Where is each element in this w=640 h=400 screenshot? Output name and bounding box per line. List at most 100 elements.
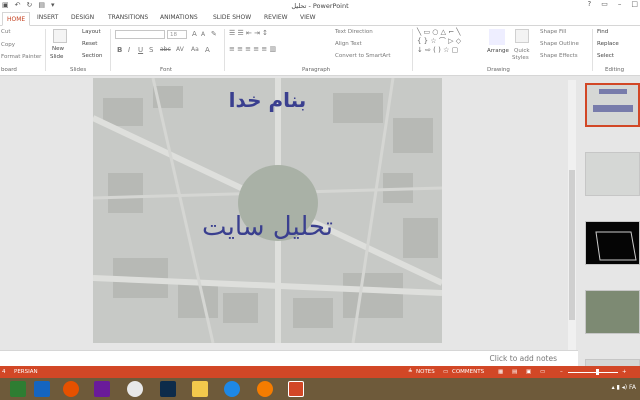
system-tray: ▴ ▮ ◂) FA [612,384,636,391]
slide-thumbnail[interactable] [585,221,640,265]
group-divider [592,29,593,71]
scrollbar-thumb[interactable] [569,170,575,320]
normal-view-icon[interactable]: ▦ [498,369,503,375]
slide-title[interactable]: بنام خدا [93,88,442,112]
map-background [93,78,442,343]
arrange-button[interactable]: Arrange [487,48,509,54]
tab-home[interactable]: HOME [2,12,31,26]
quick-styles-icon[interactable] [515,29,529,43]
font-name-field[interactable] [115,30,165,39]
strikethrough-icon[interactable]: abc [160,46,171,53]
telegram-icon[interactable] [224,381,240,397]
firefox-icon[interactable] [63,381,79,397]
help-icon[interactable]: ? [588,0,592,8]
change-case-icon[interactable]: Aa [191,46,199,53]
window-title: تحلیل - PowerPoint [291,2,349,10]
select-button[interactable]: Select [597,53,614,59]
replace-button[interactable]: Replace [597,41,619,47]
slide-thumbnail[interactable] [585,290,640,334]
slides-group-label: Slides [70,67,87,73]
ie-icon[interactable] [34,381,50,397]
slide-canvas[interactable]: بنام خدا تحلیل سایت [93,78,442,343]
slide-subtitle[interactable]: تحلیل سایت [93,212,442,242]
grow-font-icon[interactable]: A [192,30,197,38]
font-color-icon[interactable]: A [205,46,210,54]
zoom-slider-handle[interactable] [596,369,599,375]
quick-styles-button[interactable]: Quick [514,48,530,54]
shapes-gallery[interactable]: ╲ ▭ ○ △ ⌐ ╲{ } ☆ ⌒ ▷ ◇ ↓ ⇨ ( ) ☆ ▢ [417,28,483,55]
zoom-out-icon[interactable]: – [560,369,563,375]
store-icon[interactable] [10,381,26,397]
new-slide-label-2[interactable]: Slide [50,54,63,60]
windows-taskbar: ▴ ▮ ◂) FA [0,378,640,400]
new-slide-label[interactable]: New [52,46,64,52]
powerpoint-icon[interactable] [288,381,304,397]
comments-toggle[interactable]: COMMENTS [452,369,484,375]
zoom-slider[interactable] [568,372,618,373]
tab-animations[interactable]: ANIMATIONS [160,14,198,21]
slide-thumbnail-pane [578,77,640,367]
bullets-icon[interactable]: ☰ ☰ ⇤ ⇥ ↕ [229,29,268,37]
align-icons[interactable]: ≡ ≡ ≡ ≡ ≡ ▥ [229,45,276,53]
font-size-field[interactable]: 18 [167,30,187,39]
shrink-font-icon[interactable]: A [201,31,205,38]
tab-design[interactable]: DESIGN [71,14,94,21]
find-button[interactable]: Find [597,29,608,35]
ribbon-display-icon[interactable]: ▭ [601,0,608,8]
slide-thumbnail[interactable] [585,83,640,127]
clear-format-icon[interactable]: ✎ [211,30,217,38]
tab-view[interactable]: VIEW [300,14,316,21]
tab-transitions[interactable]: TRANSITIONS [108,14,148,21]
slide-thumbnail[interactable] [585,152,640,196]
underline-icon[interactable]: U [138,46,143,54]
copy-button[interactable]: Copy [1,42,15,48]
shape-fill-button[interactable]: Shape Fill [540,29,566,35]
bold-icon[interactable]: B [117,46,122,54]
shape-effects-button[interactable]: Shape Effects [540,53,578,59]
tab-review[interactable]: REVIEW [264,14,288,21]
comments-icon[interactable]: ▭ [443,369,448,375]
section-button[interactable]: Section [82,53,102,59]
language-indicator[interactable]: PERSIAN [14,369,38,375]
layout-button[interactable]: Layout [82,29,101,35]
drawing-group-label: Drawing [487,67,510,73]
text-direction-button[interactable]: Text Direction [335,29,373,35]
arrange-icon[interactable] [489,29,505,45]
zoom-in-icon[interactable]: + [622,369,627,375]
quick-styles-button-2[interactable]: Styles [512,55,529,61]
cut-button[interactable]: Cut [1,29,10,35]
new-slide-icon[interactable] [53,29,67,43]
shape-outline-button[interactable]: Shape Outline [540,41,579,47]
reading-view-icon[interactable]: ▣ [526,369,531,375]
notes-placeholder: Click to add notes [489,354,557,363]
minimize-icon[interactable]: – [618,0,622,8]
notes-toggle[interactable]: NOTES [416,369,435,375]
slide-sorter-icon[interactable]: ▤ [512,369,517,375]
paragraph-group-label: Paragraph [302,67,331,73]
tab-slide-show[interactable]: SLIDE SHOW [213,14,251,21]
char-spacing-icon[interactable]: AV [176,46,184,53]
tab-insert[interactable]: INSERT [37,14,58,21]
ribbon-tabs: HOME INSERT DESIGN TRANSITIONS ANIMATION… [0,12,640,26]
reset-button[interactable]: Reset [82,41,97,47]
shadow-icon[interactable]: S [149,46,153,54]
format-painter-button[interactable]: Format Painter [1,54,41,60]
app-icon[interactable] [257,381,273,397]
file-explorer-icon[interactable] [192,381,208,397]
align-text-button[interactable]: Align Text [335,41,362,47]
maximize-icon[interactable]: □ [631,0,638,8]
group-divider [412,29,413,71]
notes-icon[interactable]: ≜ [408,369,413,375]
notes-pane[interactable]: Click to add notes [0,350,578,366]
clipboard-group-label: board [1,67,17,73]
language-tray[interactable]: FA [629,384,636,391]
tray-icons[interactable]: ▴ ▮ ◂) [612,384,627,391]
visual-studio-icon[interactable] [94,381,110,397]
window-controls: ? ▭ – □ [588,0,638,8]
italic-icon[interactable]: I [128,46,130,54]
convert-smartart-button[interactable]: Convert to SmartArt [335,53,391,59]
photoshop-icon[interactable] [160,381,176,397]
slideshow-icon[interactable]: ▭ [540,369,545,375]
chrome-icon[interactable] [127,381,143,397]
vertical-scrollbar[interactable] [568,80,576,350]
